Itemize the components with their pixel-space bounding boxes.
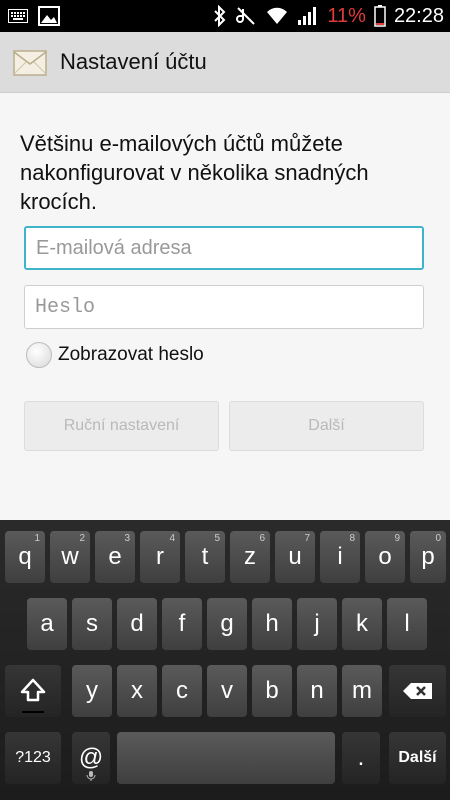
status-bar-right: 11% 22:28 (213, 2, 444, 30)
password-input[interactable] (25, 286, 423, 328)
backspace-key[interactable] (389, 665, 446, 717)
soft-keyboard: q1 w2 e3 r4 t5 z6 u7 i8 o9 p0 a s d f g … (0, 520, 450, 800)
show-password-toggle[interactable]: Zobrazovat heslo (26, 342, 204, 368)
microphone-icon (86, 771, 96, 781)
shift-key[interactable] (5, 665, 61, 717)
action-bar: Nastavení účtu (0, 32, 450, 93)
key-w[interactable]: w2 (50, 531, 90, 583)
intro-text: Většinu e-mailových účtů můžete nakonfig… (20, 131, 369, 214)
key-c[interactable]: c (162, 665, 202, 717)
space-key[interactable] (117, 732, 335, 784)
battery-percent: 11% (327, 4, 366, 27)
key-p[interactable]: p0 (410, 531, 446, 583)
key-r[interactable]: r4 (140, 531, 180, 583)
email-app-icon[interactable] (12, 46, 48, 80)
show-password-label: Zobrazovat heslo (58, 344, 204, 365)
keyboard-notification-icon (8, 9, 28, 23)
key-e[interactable]: e3 (95, 531, 135, 583)
password-field[interactable] (24, 285, 424, 329)
key-f[interactable]: f (162, 598, 202, 650)
key-b[interactable]: b (252, 665, 292, 717)
backspace-icon (402, 683, 432, 699)
battery-icon (374, 5, 386, 27)
signal-icon (298, 7, 317, 25)
key-k[interactable]: k (342, 598, 382, 650)
key-y[interactable]: y (72, 665, 112, 717)
key-n[interactable]: n (297, 665, 337, 717)
key-s[interactable]: s (72, 598, 112, 650)
bluetooth-icon (214, 5, 226, 27)
status-bar-left (8, 6, 60, 26)
clock: 22:28 (393, 4, 444, 27)
key-o[interactable]: o9 (365, 531, 405, 583)
period-key[interactable]: . (342, 732, 380, 784)
key-d[interactable]: d (117, 598, 157, 650)
email-field[interactable] (24, 226, 424, 270)
key-q[interactable]: q1 (5, 531, 45, 583)
symbols-key[interactable]: ?123 (5, 732, 61, 784)
key-v[interactable]: v (207, 665, 247, 717)
key-x[interactable]: x (117, 665, 157, 717)
status-bar: 11% 22:28 (0, 0, 450, 32)
enter-key[interactable]: Další (389, 732, 446, 784)
mute-icon (236, 7, 256, 25)
next-button[interactable]: Další (229, 401, 424, 451)
key-h[interactable]: h (252, 598, 292, 650)
at-key[interactable]: @ (72, 732, 110, 784)
shift-indicator (22, 711, 44, 713)
wifi-icon (267, 7, 288, 25)
key-g[interactable]: g (207, 598, 247, 650)
account-setup-form: Většinu e-mailových účtů můžete nakonfig… (0, 93, 450, 520)
key-j[interactable]: j (297, 598, 337, 650)
key-t[interactable]: t5 (185, 531, 225, 583)
key-u[interactable]: u7 (275, 531, 315, 583)
show-password-radio[interactable] (26, 342, 52, 368)
image-notification-icon (38, 6, 60, 26)
page-title: Nastavení účtu (60, 49, 207, 74)
manual-setup-button[interactable]: Ruční nastavení (24, 401, 219, 451)
key-l[interactable]: l (387, 598, 427, 650)
key-m[interactable]: m (342, 665, 382, 717)
shift-icon (20, 678, 46, 702)
key-z[interactable]: z6 (230, 531, 270, 583)
email-input[interactable] (26, 228, 422, 268)
key-a[interactable]: a (27, 598, 67, 650)
key-i[interactable]: i8 (320, 531, 360, 583)
